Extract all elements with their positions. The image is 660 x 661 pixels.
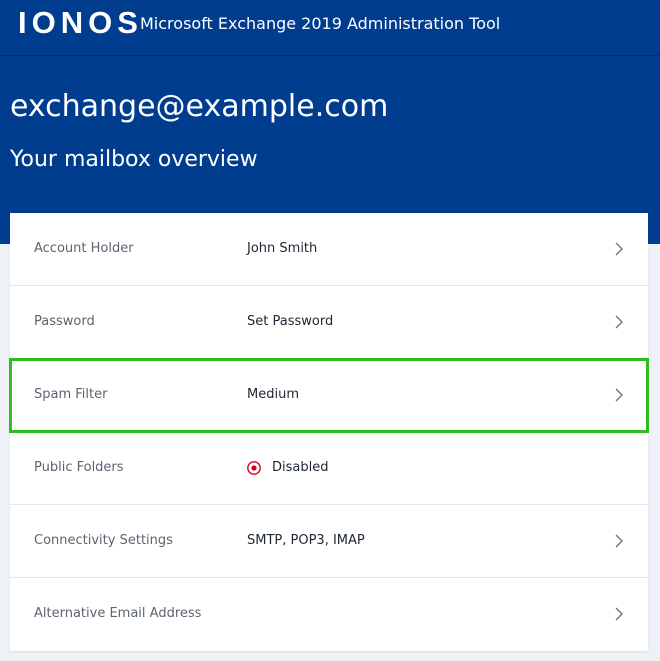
row-label: Password [34, 314, 95, 329]
row-value: Medium [247, 387, 299, 402]
row-spam-filter[interactable]: Spam Filter Medium [9, 358, 649, 433]
chevron-right-icon [615, 534, 623, 548]
row-label: Spam Filter [34, 387, 108, 402]
mailbox-email: exchange@example.com [10, 89, 389, 124]
row-value: John Smith [247, 241, 318, 256]
chevron-right-icon [615, 607, 623, 621]
app-title: Microsoft Exchange 2019 Administration T… [140, 14, 501, 33]
row-public-folders: Public Folders Disabled [10, 432, 648, 505]
row-label: Alternative Email Address [34, 606, 202, 621]
row-label: Public Folders [34, 460, 124, 475]
ionos-logo[interactable]: IONOS [18, 5, 143, 41]
mailbox-settings-card: Account Holder John Smith Password Set P… [9, 213, 649, 651]
row-connectivity-settings[interactable]: Connectivity Settings SMTP, POP3, IMAP [10, 505, 648, 578]
row-label: Connectivity Settings [34, 533, 173, 548]
disabled-radio-icon [247, 461, 261, 475]
row-account-holder[interactable]: Account Holder John Smith [10, 213, 648, 286]
row-alternative-email[interactable]: Alternative Email Address [10, 578, 648, 651]
row-password[interactable]: Password Set Password [10, 286, 648, 359]
top-bar: IONOS Microsoft Exchange 2019 Administra… [0, 0, 660, 56]
chevron-right-icon [615, 242, 623, 256]
row-value: Set Password [247, 314, 334, 329]
row-value: Disabled [272, 460, 329, 475]
page-subtitle: Your mailbox overview [10, 147, 258, 172]
row-value: SMTP, POP3, IMAP [247, 533, 365, 548]
row-label: Account Holder [34, 241, 134, 256]
chevron-right-icon [615, 388, 623, 402]
chevron-right-icon [615, 315, 623, 329]
